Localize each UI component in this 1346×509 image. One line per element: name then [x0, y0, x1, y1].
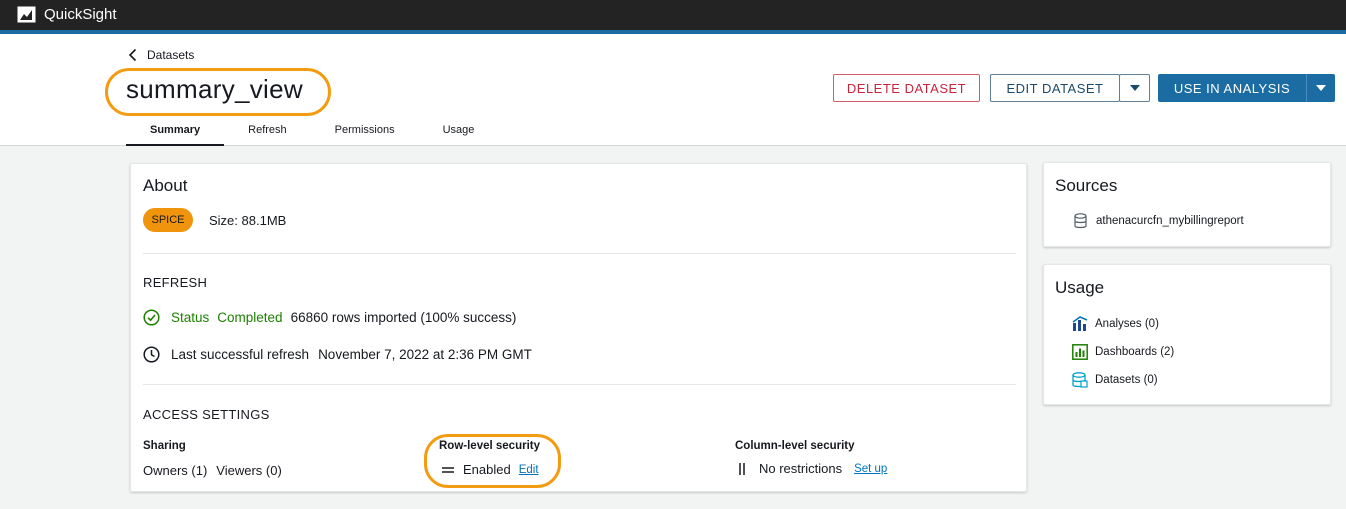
sources-card: Sources athenacurcfn_mybillingreport: [1043, 162, 1331, 247]
datasets-count: Datasets (0): [1095, 374, 1158, 386]
dashboards-count: Dashboards (2): [1095, 346, 1175, 358]
about-heading: About: [143, 176, 188, 195]
edit-dataset-button[interactable]: EDIT DATASET: [990, 74, 1120, 102]
last-refresh-label: Last successful refresh: [171, 347, 310, 362]
source-name: athenacurcfn_mybillingreport: [1096, 215, 1244, 227]
edit-dataset-dropdown-button[interactable]: [1119, 74, 1150, 102]
usage-heading: Usage: [1055, 278, 1105, 297]
last-refresh-value: November 7, 2022 at 2:36 PM GMT: [318, 347, 532, 362]
breadcrumb-datasets-link[interactable]: Datasets: [147, 48, 194, 62]
dataset-stack-icon: [1072, 372, 1088, 388]
divider: [143, 253, 1016, 254]
usage-datasets-item[interactable]: Datasets (0): [1072, 372, 1158, 388]
sharing-value: Owners (1) Viewers (0): [143, 463, 282, 478]
analyses-count: Analyses (0): [1095, 318, 1159, 330]
spice-badge: SPICE: [143, 208, 193, 232]
database-icon: [1074, 213, 1087, 229]
last-refresh-row: Last successful refresh November 7, 2022…: [143, 346, 532, 363]
highlight-outline-title: [105, 68, 331, 116]
sharing-label: Sharing: [143, 440, 186, 452]
tab-permissions[interactable]: Permissions: [311, 122, 419, 146]
refresh-heading: REFRESH: [143, 275, 208, 290]
usage-dashboards-item[interactable]: Dashboards (2): [1072, 344, 1174, 360]
delete-dataset-button[interactable]: DELETE DATASET: [833, 74, 980, 102]
breadcrumb[interactable]: Datasets: [128, 48, 194, 62]
analysis-icon: [1072, 316, 1088, 331]
access-settings-heading: ACCESS SETTINGS: [143, 407, 270, 422]
tab-bar: Summary Refresh Permissions Usage: [126, 122, 498, 146]
usage-analyses-item[interactable]: Analyses (0): [1072, 316, 1159, 332]
status-value: Completed: [217, 310, 283, 325]
divider: [143, 384, 1016, 385]
caret-down-icon: [1129, 85, 1140, 91]
sources-heading: Sources: [1055, 176, 1118, 195]
check-circle-icon: [143, 309, 160, 326]
dashboard-icon: [1072, 344, 1088, 360]
use-in-analysis-button[interactable]: USE IN ANALYSIS: [1158, 74, 1306, 102]
column-level-security-label: Column-level security: [735, 440, 855, 452]
quicksight-logo-icon: [17, 6, 36, 23]
columns-icon: [739, 462, 745, 475]
viewers-count: Viewers (0): [216, 463, 282, 478]
cls-setup-link[interactable]: Set up: [854, 463, 887, 475]
about-card: About SPICE Size: 88.1MB REFRESH Status …: [130, 163, 1027, 492]
page-header: Datasets summary_view DELETE DATASET EDI…: [0, 34, 1346, 146]
usage-card: Usage Analyses (0) Dashboards (2) Datase…: [1043, 264, 1331, 405]
clock-icon: [143, 346, 160, 363]
owners-count: Owners (1): [143, 463, 208, 478]
top-bar: QuickSight: [0, 0, 1346, 30]
tab-refresh[interactable]: Refresh: [224, 122, 311, 146]
column-level-security-value: No restrictions Set up: [737, 461, 887, 476]
cls-status: No restrictions: [759, 461, 843, 476]
use-in-analysis-dropdown-button[interactable]: [1306, 74, 1335, 102]
chevron-left-icon: [128, 48, 137, 62]
caret-down-icon: [1316, 85, 1326, 91]
tab-usage[interactable]: Usage: [419, 122, 499, 146]
tab-summary[interactable]: Summary: [126, 122, 225, 146]
source-item[interactable]: athenacurcfn_mybillingreport: [1074, 213, 1244, 229]
rows-imported-text: 66860 rows imported (100% success): [290, 310, 517, 325]
dataset-size: Size: 88.1MB: [209, 213, 287, 228]
status-label: Status: [171, 310, 210, 325]
app-title: QuickSight: [44, 6, 117, 23]
refresh-status-row: Status Completed 66860 rows imported (10…: [143, 309, 516, 326]
highlight-outline-rls: [424, 434, 561, 488]
